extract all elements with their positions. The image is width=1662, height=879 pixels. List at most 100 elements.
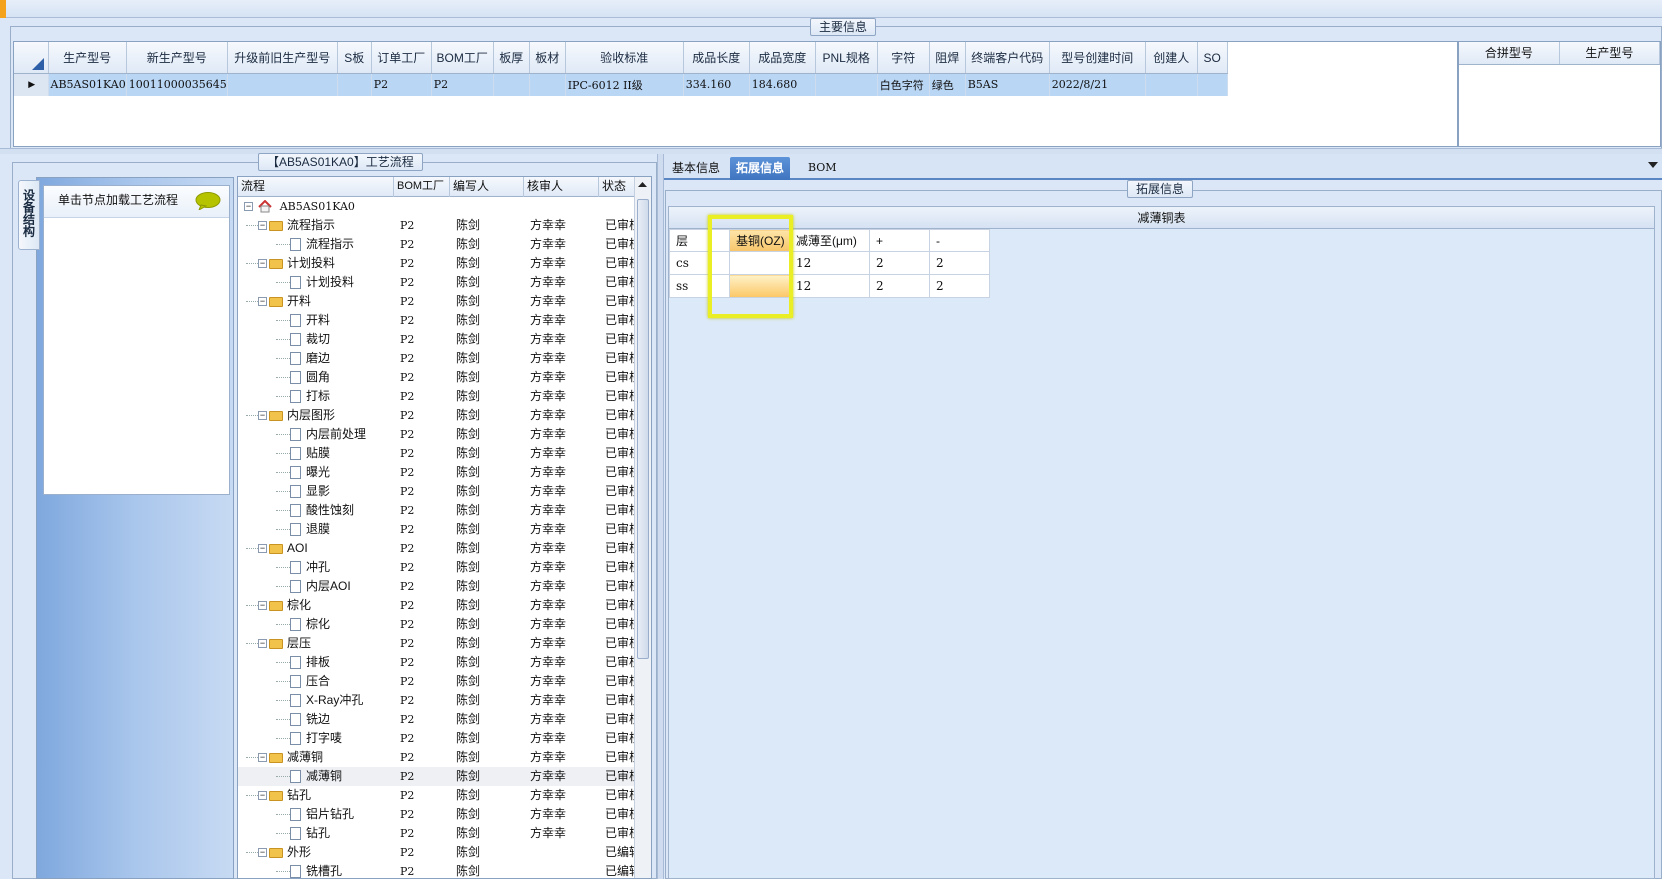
cell-minus[interactable]: 2 [929, 251, 990, 275]
tree-row[interactable]: − 层压 P2 陈剑 方幸幸 已审核 [238, 634, 636, 653]
tree-row[interactable]: − 钻孔 P2 陈剑 方幸幸 已审核 [238, 786, 636, 805]
merge-col-header[interactable]: 合拼型号 [1459, 42, 1560, 65]
tree-row[interactable]: 酸性蚀刻 P2 陈剑 方幸幸 已审核 [238, 501, 636, 520]
main-cell[interactable]: IPC-6012 II级 [565, 73, 684, 96]
main-col-header[interactable]: 板厚 [493, 42, 530, 74]
main-cell[interactable] [1145, 73, 1198, 96]
tree-col-flow[interactable]: 流程 [238, 177, 394, 197]
side-tab-equipment-structure[interactable]: 设备结构 [18, 180, 40, 250]
tree-scroll-thumb[interactable] [637, 199, 649, 659]
tree-node[interactable]: − 减薄铜 [244, 748, 323, 767]
main-cell[interactable] [337, 73, 372, 96]
collapse-icon[interactable]: − [244, 202, 253, 212]
tree-row[interactable]: 钻孔 P2 陈剑 方幸幸 已审核 [238, 824, 636, 843]
tree-row[interactable]: 贴膜 P2 陈剑 方幸幸 已审核 [238, 444, 636, 463]
tab-dropdown-arrow-icon[interactable] [1648, 162, 1658, 168]
tree-node[interactable]: 贴膜 [276, 444, 330, 463]
tree-node[interactable]: 酸性蚀刻 [276, 501, 354, 520]
tree-row[interactable]: 磨边 P2 陈剑 方幸幸 已审核 [238, 349, 636, 368]
tree-node[interactable]: − 钻孔 [244, 786, 311, 805]
tree-node[interactable]: 铣槽孔 [276, 862, 342, 878]
tree-row[interactable]: − 流程指示 P2 陈剑 方幸幸 已审核 [238, 216, 636, 235]
tree-node[interactable]: 裁切 [276, 330, 330, 349]
tree-row[interactable]: − AOI P2 陈剑 方幸幸 已审核 [238, 539, 636, 558]
tree-node[interactable]: 退膜 [276, 520, 330, 539]
main-info-data-row[interactable]: ▶ AB5AS01KA0 10011000035645 P2 P2 IPC-6012 II… [14, 73, 1228, 96]
tree-row[interactable]: 曝光 P2 陈剑 方幸幸 已审核 [238, 463, 636, 482]
main-cell[interactable]: 334.160 [683, 73, 750, 96]
tree-node[interactable]: 打字唛 [276, 729, 342, 748]
tree-node[interactable]: − 计划投料 [244, 254, 335, 273]
scroll-up-arrow-icon[interactable] [635, 177, 650, 191]
cell-plus[interactable]: 2 [869, 251, 930, 275]
cell-minus[interactable]: 2 [929, 274, 990, 298]
main-cell[interactable]: 绿色 [929, 73, 966, 96]
tree-root-node[interactable]: − AB5AS01KA0 [244, 197, 355, 216]
tree-node[interactable]: − 开料 [244, 292, 311, 311]
collapse-icon[interactable]: − [258, 601, 267, 611]
tree-node[interactable]: 冲孔 [276, 558, 330, 577]
cell-thin-to[interactable]: 12 [789, 251, 870, 275]
tree-row[interactable]: 退膜 P2 陈剑 方幸幸 已审核 [238, 520, 636, 539]
tree-node[interactable]: 内层AOI [276, 577, 351, 596]
tree-row[interactable]: − 开料 P2 陈剑 方幸幸 已审核 [238, 292, 636, 311]
tree-row[interactable]: 铣槽孔 P2 陈剑 已编辑 [238, 862, 636, 878]
tree-node[interactable]: 压合 [276, 672, 330, 691]
main-cell[interactable] [493, 73, 530, 96]
main-col-header[interactable]: 阻焊 [929, 42, 966, 74]
main-col-header[interactable]: 成品宽度 [749, 42, 816, 74]
tree-node[interactable]: − AOI [244, 539, 308, 558]
tree-node[interactable]: 显影 [276, 482, 330, 501]
tree-row[interactable]: 打字唛 P2 陈剑 方幸幸 已审核 [238, 729, 636, 748]
main-col-header[interactable]: 生产型号 [48, 42, 127, 74]
row-indicator-arrow-icon[interactable]: ▶ [14, 73, 49, 96]
tree-row[interactable]: 压合 P2 陈剑 方幸幸 已审核 [238, 672, 636, 691]
tree-row[interactable]: 打标 P2 陈剑 方幸幸 已审核 [238, 387, 636, 406]
tree-row[interactable]: 铣边 P2 陈剑 方幸幸 已审核 [238, 710, 636, 729]
main-col-header[interactable]: 创建人 [1145, 42, 1198, 74]
tree-row[interactable]: 显影 P2 陈剑 方幸幸 已审核 [238, 482, 636, 501]
tab-extended-info[interactable]: 拓展信息 [730, 157, 791, 180]
collapse-icon[interactable]: − [258, 753, 267, 763]
tree-scrollbar[interactable] [634, 177, 651, 878]
main-col-header[interactable]: 成品长度 [683, 42, 750, 74]
main-cell[interactable]: P2 [371, 73, 432, 96]
tree-node[interactable]: 磨边 [276, 349, 330, 368]
tree-row[interactable]: 冲孔 P2 陈剑 方幸幸 已审核 [238, 558, 636, 577]
tree-row[interactable]: 开料 P2 陈剑 方幸幸 已审核 [238, 311, 636, 330]
cell-plus[interactable]: 2 [869, 274, 930, 298]
tree-row[interactable]: 流程指示 P2 陈剑 方幸幸 已审核 [238, 235, 636, 254]
tree-root-row[interactable]: − AB5AS01KA0 [238, 197, 636, 216]
tree-node[interactable]: X-Ray冲孔 [276, 691, 363, 710]
tab-bom[interactable]: BOM [802, 157, 843, 180]
tree-col-editor[interactable]: 编写人 [450, 177, 524, 197]
collapse-icon[interactable]: − [258, 848, 267, 858]
main-col-header[interactable]: 型号创建时间 [1049, 42, 1146, 74]
tree-node[interactable]: − 流程指示 [244, 216, 335, 235]
tree-row[interactable]: 内层AOI P2 陈剑 方幸幸 已审核 [238, 577, 636, 596]
tree-row[interactable]: 铝片钻孔 P2 陈剑 方幸幸 已审核 [238, 805, 636, 824]
main-cell[interactable] [227, 73, 338, 96]
tree-row[interactable]: − 外形 P2 陈剑 已编辑 [238, 843, 636, 862]
main-col-header[interactable]: S板 [337, 42, 372, 74]
tree-node[interactable]: 棕化 [276, 615, 330, 634]
col-thin-to[interactable]: 减薄至(μm) [789, 229, 870, 252]
hint-header[interactable]: 单击节点加载工艺流程 [44, 186, 229, 218]
cell-thin-to[interactable]: 12 [789, 274, 870, 298]
tree-row[interactable]: − 棕化 P2 陈剑 方幸幸 已审核 [238, 596, 636, 615]
tree-col-reviewer[interactable]: 核审人 [524, 177, 599, 197]
main-col-header[interactable]: PNL规格 [815, 42, 878, 74]
tree-col-status[interactable]: 状态 [599, 177, 636, 197]
main-col-header[interactable]: 新生产型号 [126, 42, 228, 74]
collapse-icon[interactable]: − [258, 259, 267, 269]
vertical-splitter[interactable] [657, 154, 664, 879]
main-col-header[interactable]: 订单工厂 [371, 42, 432, 74]
col-plus[interactable]: + [869, 229, 930, 252]
tree-node[interactable]: 开料 [276, 311, 330, 330]
tree-node[interactable]: − 棕化 [244, 596, 311, 615]
tree-row[interactable]: 排板 P2 陈剑 方幸幸 已审核 [238, 653, 636, 672]
tree-row[interactable]: 内层前处理 P2 陈剑 方幸幸 已审核 [238, 425, 636, 444]
tree-row[interactable]: 棕化 P2 陈剑 方幸幸 已审核 [238, 615, 636, 634]
collapse-icon[interactable]: − [258, 544, 267, 554]
tree-row[interactable]: 圆角 P2 陈剑 方幸幸 已审核 [238, 368, 636, 387]
